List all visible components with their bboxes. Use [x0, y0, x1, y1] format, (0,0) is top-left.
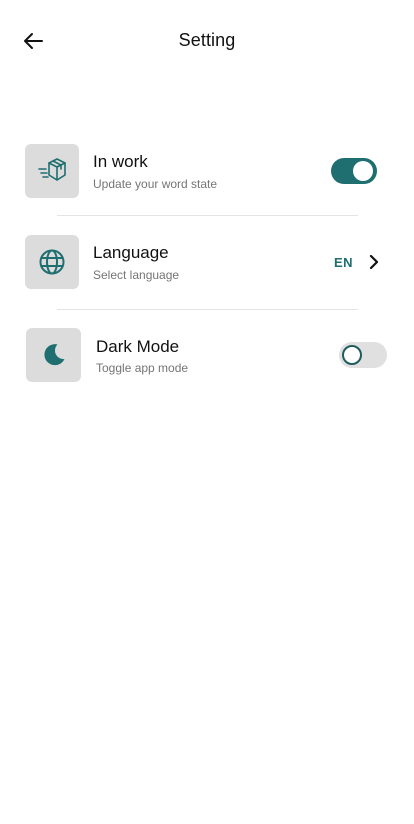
in-work-title: In work	[93, 152, 148, 171]
moon-icon	[43, 344, 64, 366]
setting-row-language[interactable]: Language Select language EN	[25, 235, 390, 291]
globe-icon	[39, 249, 65, 275]
divider	[57, 309, 358, 310]
in-work-toggle[interactable]	[331, 158, 377, 184]
app-header: Setting	[0, 0, 414, 84]
dark-mode-icon-tile	[26, 328, 81, 382]
dark-mode-title: Dark Mode	[96, 337, 180, 356]
dark-mode-subtitle: Toggle app mode	[96, 361, 189, 375]
toggle-knob	[342, 345, 362, 365]
in-work-subtitle: Update your word state	[93, 177, 218, 191]
dark-mode-toggle[interactable]	[339, 342, 387, 368]
language-value[interactable]: EN	[334, 255, 353, 270]
toggle-knob	[353, 161, 373, 181]
language-icon-tile	[25, 235, 79, 289]
chevron-right-icon[interactable]	[366, 254, 382, 270]
in-work-icon-tile	[25, 144, 79, 198]
box-delivery-icon	[38, 158, 66, 181]
divider	[57, 215, 358, 216]
setting-row-dark-mode: Dark Mode Toggle app mode	[26, 328, 391, 384]
setting-row-in-work: In work Update your word state	[25, 144, 390, 200]
page-title: Setting	[178, 30, 236, 50]
language-subtitle: Select language	[93, 268, 180, 282]
language-title: Language	[93, 243, 169, 262]
